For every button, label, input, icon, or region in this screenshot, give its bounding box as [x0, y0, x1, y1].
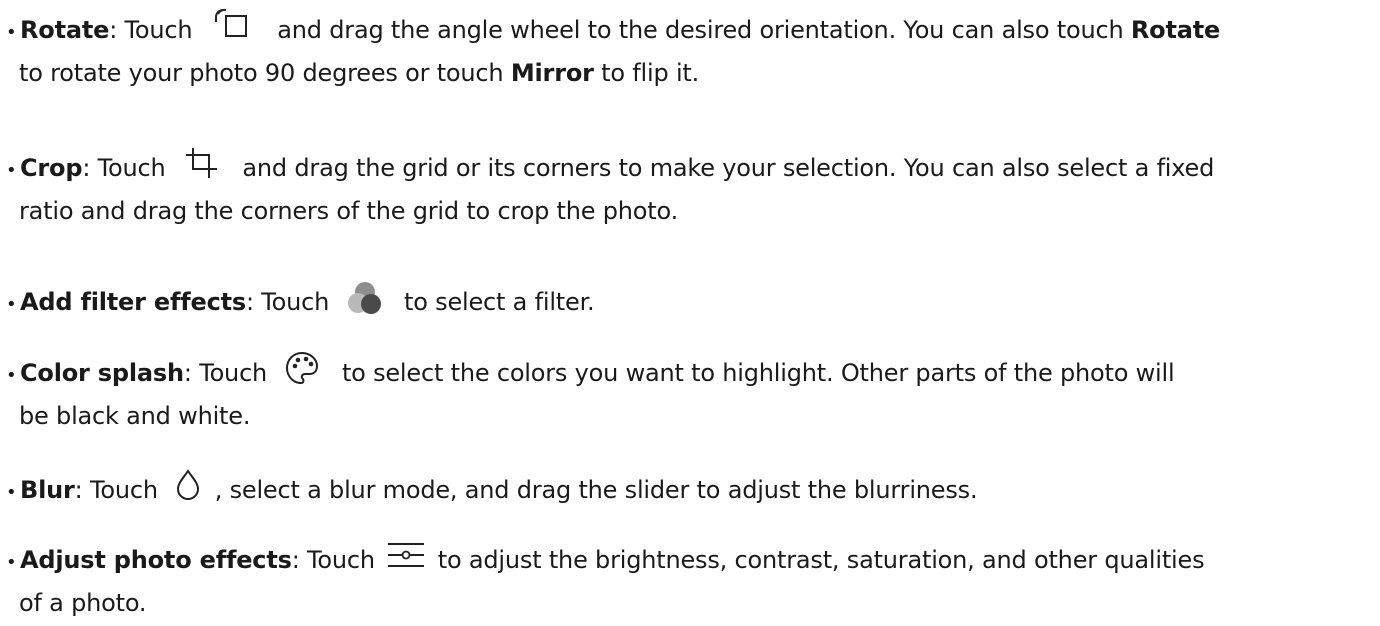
adjust-line-1: • Adjust photo effects: Touch to adjust t… [0, 540, 1370, 583]
rotate-line1-rest: and drag the angle wheel to the desired … [269, 16, 1131, 44]
blur-touch-text: : Touch [74, 476, 166, 504]
filter-touch-text: : Touch [245, 288, 337, 316]
palette-icon [285, 351, 319, 385]
rotate-touch-text: : Touch [109, 16, 200, 44]
crop-line2: ratio and drag the corners of the grid t… [19, 197, 678, 225]
splash-title: Color splash [20, 359, 184, 387]
crop-icon [185, 147, 219, 179]
list-item-blur: • Blur: Touch , select a blur mode, and d… [0, 469, 1370, 513]
adjust-touch-text: : Touch [291, 546, 383, 574]
list-item-adjust: • Adjust photo effects: Touch to adjust t… [0, 540, 1370, 623]
bullet: • [6, 294, 17, 315]
filter-line1-rest: to select a filter. [396, 288, 595, 316]
rotate-title: Rotate [20, 16, 110, 44]
rotate-line-1: • Rotate: Touch and drag the angle wheel … [0, 8, 1370, 53]
bullet: • [6, 552, 17, 573]
crop-title: Crop [20, 154, 83, 182]
bullet: • [6, 22, 17, 43]
list-item-color-splash: • Color splash: Touch to select the color… [0, 351, 1370, 436]
bullet: • [6, 365, 17, 386]
crop-line-2: ratio and drag the corners of the grid t… [0, 191, 1370, 231]
blur-line1-rest: , select a blur mode, and drag the slide… [207, 476, 978, 504]
splash-line-2: be black and white. [0, 396, 1370, 436]
rotate-line-2: to rotate your photo 90 degrees or touch… [0, 53, 1370, 93]
adjust-slider-icon [386, 540, 426, 570]
crop-touch-text: : Touch [82, 154, 173, 182]
crop-line-1: • Crop: Touch and drag the grid or its co… [0, 148, 1370, 191]
bullet: • [6, 160, 17, 181]
blur-line-1: • Blur: Touch , select a blur mode, and d… [0, 469, 1370, 513]
rotate-line2-b: to flip it. [593, 59, 700, 87]
adjust-line-2: of a photo. [0, 583, 1370, 623]
list-item-crop: • Crop: Touch and drag the grid or its co… [0, 148, 1370, 231]
filter-icon [347, 281, 383, 317]
blur-title: Blur [20, 476, 75, 504]
splash-line-1: • Color splash: Touch to select the color… [0, 351, 1370, 396]
adjust-line2: of a photo. [19, 589, 147, 617]
rotate-bold-rotate: Rotate [1130, 16, 1221, 44]
rotate-line2-a: to rotate your photo 90 degrees or touch [19, 59, 511, 87]
adjust-title: Adjust photo effects [20, 546, 292, 574]
adjust-line1-rest: to adjust the brightness, contrast, satu… [430, 546, 1205, 574]
bullet: • [6, 482, 17, 503]
filter-line-1: • Add filter effects: Touch to select a f… [0, 282, 1370, 325]
list-item-filter: • Add filter effects: Touch to select a f… [0, 282, 1370, 325]
rotate-icon [212, 8, 252, 42]
splash-touch-text: : Touch [183, 359, 275, 387]
list-item-rotate: • Rotate: Touch and drag the angle wheel … [0, 8, 1370, 93]
rotate-bold-mirror: Mirror [510, 59, 594, 87]
splash-line2: be black and white. [19, 402, 251, 430]
splash-line1-rest: to select the colors you want to highlig… [334, 359, 1175, 387]
crop-line1-rest: and drag the grid or its corners to make… [234, 154, 1215, 182]
filter-title: Add filter effects [20, 288, 246, 316]
blur-drop-icon [175, 469, 201, 501]
document-page: • Rotate: Touch and drag the angle wheel … [0, 0, 1380, 626]
